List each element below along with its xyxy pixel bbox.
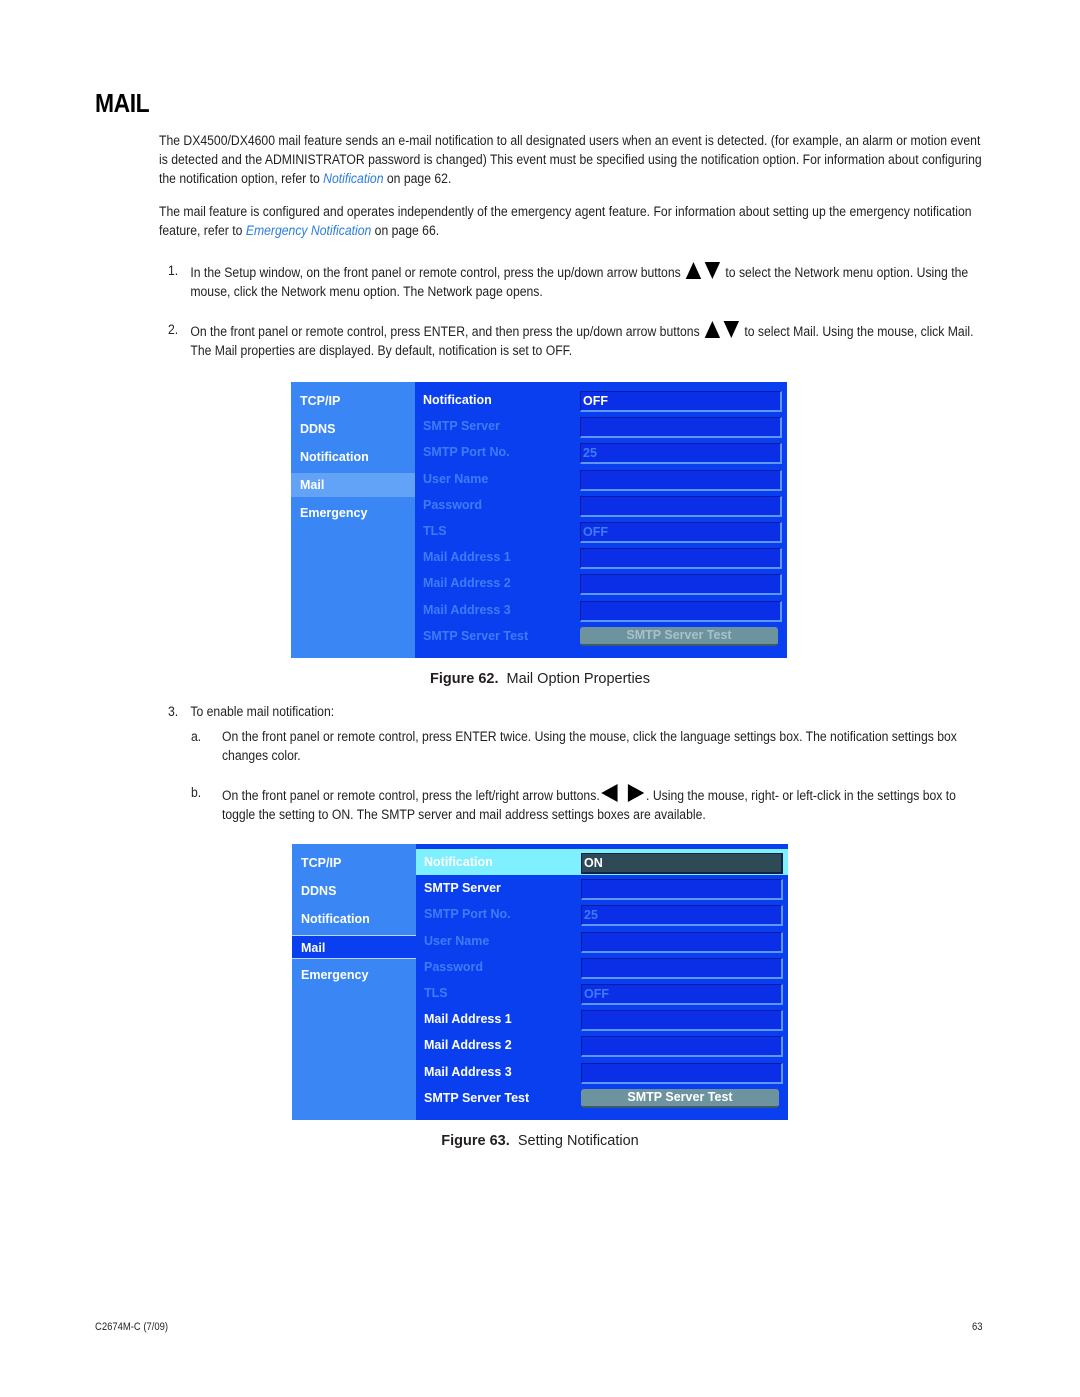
- intro-p1-text-end: on page 62.: [383, 171, 452, 187]
- figure-caption-text: Mail Option Properties: [506, 671, 650, 687]
- up-arrow-icon: [685, 262, 702, 279]
- smtp-server-test-button[interactable]: SMTP Server Test: [581, 1088, 779, 1108]
- field-notification[interactable]: ON: [581, 853, 783, 874]
- field-mail-address-2[interactable]: [581, 1036, 783, 1058]
- substep-a-text: On the front panel or remote control, pr…: [221, 729, 957, 764]
- label-tls: TLS: [424, 986, 448, 1000]
- field-mail-address-1[interactable]: [580, 548, 782, 570]
- up-arrow-icon: [704, 321, 721, 338]
- label-smtp-port-no: SMTP Port No.: [423, 445, 510, 460]
- figure-caption-text: Setting Notification: [517, 1133, 639, 1149]
- sidebar-item-mail[interactable]: Mail: [291, 473, 415, 497]
- label-password: Password: [423, 497, 483, 512]
- figure-63-caption: Figure 63. Setting Notification: [0, 1133, 1080, 1149]
- step-1-text: In the Setup window, on the front panel …: [190, 265, 681, 281]
- sidebar-item-ddns[interactable]: DDNS: [292, 879, 416, 903]
- field-smtp-server[interactable]: [581, 879, 783, 901]
- sidebar-item-tcp-ip[interactable]: TCP/IP: [292, 851, 416, 875]
- emergency-notification-link[interactable]: Emergency Notification: [246, 223, 371, 239]
- left-arrow-icon: [601, 784, 618, 802]
- field-mail-address-2[interactable]: [580, 574, 782, 596]
- label-smtp-server: SMTP Server: [424, 881, 501, 896]
- label-user-name: User Name: [423, 471, 489, 486]
- down-arrow-icon: [723, 321, 740, 338]
- label-password: Password: [424, 959, 484, 974]
- field-user-name[interactable]: [580, 469, 782, 491]
- label-smtp-server: SMTP Server: [423, 419, 500, 434]
- step-number: 3.: [168, 704, 179, 720]
- label-mail-address-3: Mail Address 3: [423, 602, 511, 617]
- label-smtp-server-test: SMTP Server Test: [423, 628, 529, 643]
- label-mail-address-3: Mail Address 3: [424, 1064, 512, 1079]
- step-number: 1.: [168, 263, 179, 279]
- figure-label: Figure 63.: [441, 1133, 510, 1149]
- field-mail-address-3[interactable]: [580, 600, 782, 622]
- substep-letter: b.: [191, 785, 202, 801]
- smtp-server-test-button[interactable]: SMTP Server Test: [580, 626, 778, 646]
- field-password[interactable]: [580, 495, 782, 517]
- sidebar-item-emergency[interactable]: Emergency: [291, 501, 415, 525]
- substep-b-text: On the front panel or remote control, pr…: [221, 788, 600, 804]
- label-smtp-port-no: SMTP Port No.: [424, 907, 511, 922]
- figure-62-caption: Figure 62. Mail Option Properties: [0, 671, 1080, 687]
- field-mail-address-1[interactable]: [581, 1010, 783, 1032]
- field-tls[interactable]: OFF: [580, 522, 782, 543]
- label-mail-address-2: Mail Address 2: [424, 1038, 512, 1053]
- field-smtp-port-no[interactable]: 25: [580, 443, 782, 465]
- mail-settings-panel-fig62: TCP/IP DDNS Notification Mail Emergency Notif…: [291, 382, 787, 658]
- label-mail-address-1: Mail Address 1: [423, 550, 511, 565]
- label-mail-address-2: Mail Address 2: [423, 576, 511, 591]
- label-mail-address-1: Mail Address 1: [424, 1012, 512, 1027]
- intro-p1-text: The DX4500/DX4600 mail feature sends an …: [159, 133, 982, 187]
- field-smtp-port-no[interactable]: 25: [581, 905, 783, 927]
- step-3-text: To enable mail notification:: [190, 704, 335, 720]
- label-notification: Notification: [423, 393, 492, 407]
- intro-paragraph-1: The DX4500/DX4600 mail feature sends an …: [159, 132, 985, 189]
- field-notification[interactable]: OFF: [580, 391, 782, 412]
- field-smtp-server[interactable]: [580, 417, 782, 439]
- label-smtp-server-test: SMTP Server Test: [424, 1090, 530, 1105]
- sidebar-item-mail[interactable]: Mail: [292, 935, 416, 959]
- document-id: C2674M-C (7/09): [95, 1321, 169, 1333]
- label-notification: Notification: [424, 855, 493, 869]
- label-tls: TLS: [423, 524, 447, 538]
- field-tls[interactable]: OFF: [581, 984, 783, 1005]
- figure-label: Figure 62.: [429, 671, 499, 687]
- field-password[interactable]: [581, 957, 783, 979]
- settings-sidebar: TCP/IP DDNS Notification Mail Emergency: [292, 844, 416, 1120]
- sidebar-item-emergency[interactable]: Emergency: [292, 963, 416, 987]
- down-arrow-icon: [704, 262, 721, 279]
- notification-link[interactable]: Notification: [323, 171, 383, 187]
- label-user-name: User Name: [424, 933, 490, 948]
- step-2-text: On the front panel or remote control, pr…: [190, 324, 700, 340]
- sidebar-item-ddns[interactable]: DDNS: [291, 417, 415, 441]
- field-user-name[interactable]: [581, 931, 783, 953]
- field-mail-address-3[interactable]: [581, 1062, 783, 1084]
- page-number: 63: [972, 1321, 983, 1333]
- intro-p2-text-end: on page 66.: [371, 223, 440, 239]
- sidebar-item-notification[interactable]: Notification: [291, 445, 415, 469]
- intro-paragraph-2: The mail feature is configured and opera…: [159, 203, 985, 241]
- step-number: 2.: [168, 322, 179, 338]
- right-arrow-icon: [628, 784, 645, 802]
- mail-settings-panel-fig63: TCP/IP DDNS Notification Mail Emergency Notif…: [292, 844, 788, 1120]
- sidebar-item-tcp-ip[interactable]: TCP/IP: [291, 389, 415, 413]
- substep-letter: a.: [191, 729, 202, 745]
- settings-sidebar: TCP/IP DDNS Notification Mail Emergency: [291, 382, 415, 658]
- page-title: MAIL: [95, 88, 150, 118]
- sidebar-item-notification[interactable]: Notification: [292, 907, 416, 931]
